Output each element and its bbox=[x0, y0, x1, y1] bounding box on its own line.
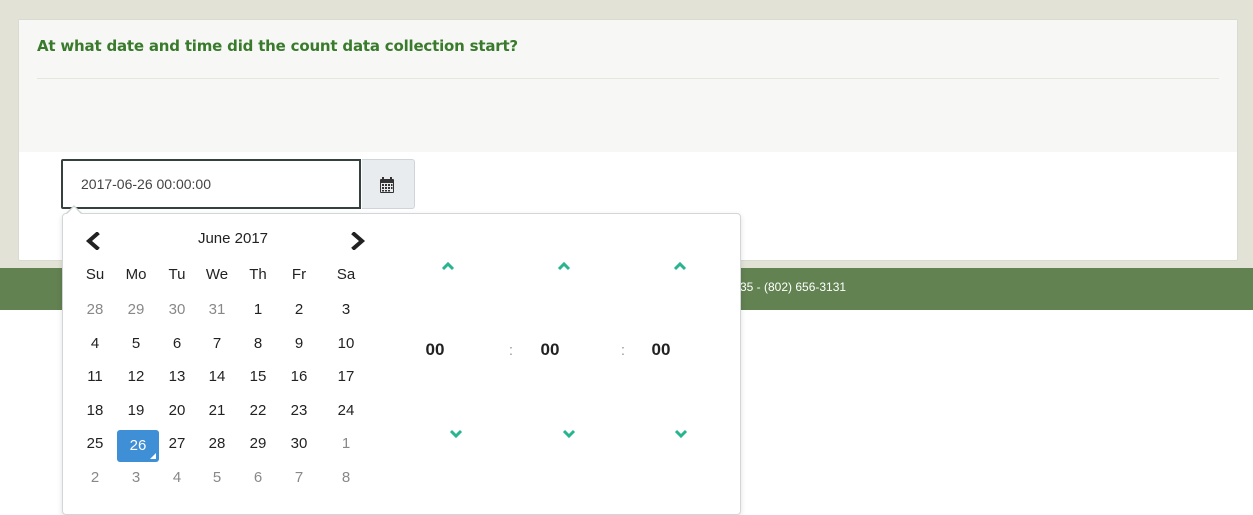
chevron-down-icon bbox=[562, 429, 576, 439]
day-cell[interactable]: 24 bbox=[326, 396, 366, 426]
second-value[interactable]: 00 bbox=[636, 340, 686, 360]
day-cell[interactable]: 7 bbox=[279, 463, 319, 493]
day-cell[interactable]: 10 bbox=[326, 329, 366, 359]
day-cell[interactable]: 22 bbox=[238, 396, 278, 426]
day-cell[interactable]: 2 bbox=[279, 295, 319, 325]
day-cell[interactable]: 25 bbox=[75, 429, 115, 459]
day-cell[interactable]: 19 bbox=[116, 396, 156, 426]
time-separator: : bbox=[508, 342, 514, 359]
minute-increment-button[interactable] bbox=[557, 258, 587, 282]
day-cell[interactable]: 3 bbox=[116, 463, 156, 493]
day-cell[interactable]: 5 bbox=[197, 463, 237, 493]
day-cell[interactable]: 2 bbox=[75, 463, 115, 493]
question-panel-header: At what date and time did the count data… bbox=[19, 20, 1237, 152]
day-cell[interactable]: 31 bbox=[197, 295, 237, 325]
day-cell[interactable]: 29 bbox=[116, 295, 156, 325]
weekday-header: Mo bbox=[125, 266, 147, 283]
day-cell[interactable]: 8 bbox=[326, 463, 366, 493]
day-cell-selected[interactable]: 26 bbox=[117, 430, 159, 462]
weekday-header: Su bbox=[85, 266, 105, 283]
weekday-header: Fr bbox=[291, 266, 307, 283]
day-cell[interactable]: 1 bbox=[326, 429, 366, 459]
picker-caret-inner bbox=[67, 207, 81, 214]
day-cell[interactable]: 21 bbox=[197, 396, 237, 426]
day-cell[interactable]: 9 bbox=[279, 329, 319, 359]
calendar-button[interactable] bbox=[362, 159, 415, 209]
next-month-button[interactable] bbox=[350, 231, 380, 254]
chevron-up-icon bbox=[441, 261, 455, 271]
day-cell[interactable]: 11 bbox=[75, 362, 115, 392]
day-cell[interactable]: 6 bbox=[157, 329, 197, 359]
footer-contact: 35 - (802) 656-3131 bbox=[740, 280, 847, 294]
day-cell[interactable]: 18 bbox=[75, 396, 115, 426]
day-cell[interactable]: 30 bbox=[279, 429, 319, 459]
datetime-input[interactable] bbox=[61, 159, 361, 209]
time-separator: : bbox=[620, 342, 626, 359]
weekday-header: Sa bbox=[336, 266, 356, 283]
day-cell[interactable]: 8 bbox=[238, 329, 278, 359]
day-cell[interactable]: 13 bbox=[157, 362, 197, 392]
day-cell[interactable]: 4 bbox=[75, 329, 115, 359]
chevron-left-icon bbox=[85, 231, 100, 251]
day-cell[interactable]: 15 bbox=[238, 362, 278, 392]
day-cell[interactable]: 14 bbox=[197, 362, 237, 392]
day-cell[interactable]: 27 bbox=[157, 429, 197, 459]
day-cell[interactable]: 16 bbox=[279, 362, 319, 392]
weekday-header: We bbox=[205, 266, 229, 283]
question-text: At what date and time did the count data… bbox=[37, 37, 518, 55]
day-cell[interactable]: 28 bbox=[75, 295, 115, 325]
chevron-down-icon bbox=[674, 429, 688, 439]
day-cell[interactable]: 28 bbox=[197, 429, 237, 459]
chevron-up-icon bbox=[673, 261, 687, 271]
day-cell[interactable]: 1 bbox=[238, 295, 278, 325]
hour-increment-button[interactable] bbox=[441, 258, 471, 282]
day-cell[interactable]: 29 bbox=[238, 429, 278, 459]
second-increment-button[interactable] bbox=[673, 258, 703, 282]
day-cell[interactable]: 3 bbox=[326, 295, 366, 325]
day-cell[interactable]: 6 bbox=[238, 463, 278, 493]
chevron-right-icon bbox=[351, 231, 366, 251]
day-cell[interactable]: 4 bbox=[157, 463, 197, 493]
day-cell[interactable]: 12 bbox=[116, 362, 156, 392]
weekday-header: Tu bbox=[168, 266, 186, 283]
prev-month-button[interactable] bbox=[85, 231, 115, 254]
weekday-header: Th bbox=[249, 266, 267, 283]
hour-decrement-button[interactable] bbox=[449, 426, 479, 450]
chevron-up-icon bbox=[557, 261, 571, 271]
divider bbox=[37, 78, 1219, 79]
day-cell[interactable]: 5 bbox=[116, 329, 156, 359]
month-title[interactable]: June 2017 bbox=[173, 230, 293, 247]
day-cell[interactable]: 20 bbox=[157, 396, 197, 426]
minute-value[interactable]: 00 bbox=[525, 340, 575, 360]
day-cell[interactable]: 30 bbox=[157, 295, 197, 325]
minute-decrement-button[interactable] bbox=[562, 426, 592, 450]
second-decrement-button[interactable] bbox=[674, 426, 704, 450]
day-cell[interactable]: 7 bbox=[197, 329, 237, 359]
day-cell[interactable]: 23 bbox=[279, 396, 319, 426]
calendar-icon bbox=[380, 177, 394, 193]
chevron-down-icon bbox=[449, 429, 463, 439]
hour-value[interactable]: 00 bbox=[410, 340, 460, 360]
day-cell[interactable]: 17 bbox=[326, 362, 366, 392]
datetime-picker: June 2017 Su Mo Tu We Th Fr Sa 28 29 30 31 1 2 3 4 5 6 7… bbox=[62, 213, 741, 515]
